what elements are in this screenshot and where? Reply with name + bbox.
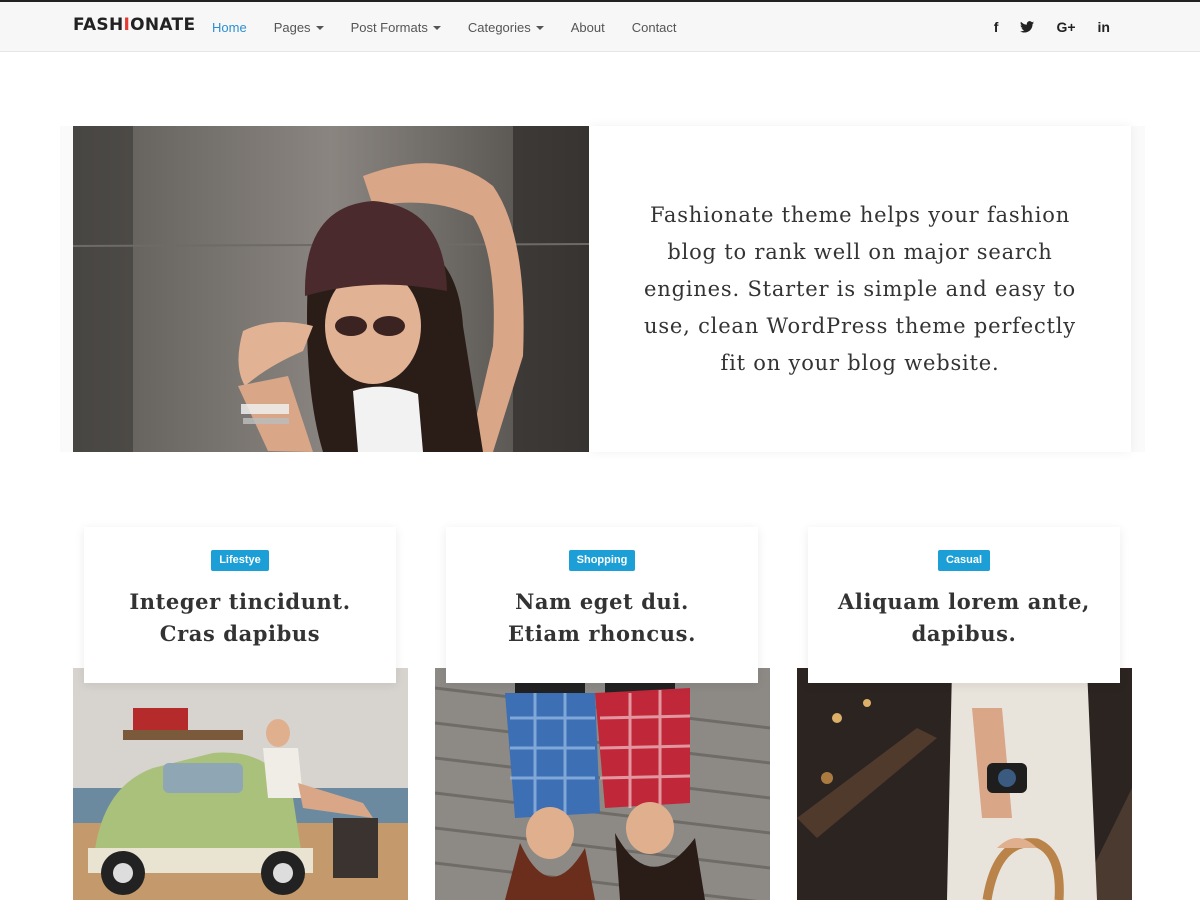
social-links: f G+ in [972,2,1110,52]
nav-post-formats[interactable]: Post Formats [351,20,441,35]
post-title[interactable]: Integer tincidunt. Cras dapibus [84,586,396,650]
post-card-header: Shopping Nam eget dui. Etiam rhoncus. [446,527,758,683]
nav-categories[interactable]: Categories [468,20,544,35]
post-title[interactable]: Aliquam lorem ante, dapibus. [808,586,1120,650]
category-badge[interactable]: Shopping [568,550,636,571]
twitter-icon[interactable] [1020,21,1035,33]
nav-home[interactable]: Home [212,20,247,35]
caret-down-icon [315,25,324,30]
linkedin-icon[interactable]: in [1098,19,1110,35]
main-nav: Home Pages Post Formats Categories About… [212,2,704,52]
site-logo[interactable]: FASHIONATE [73,15,195,35]
facebook-icon[interactable]: f [994,19,999,35]
nav-contact[interactable]: Contact [632,20,677,35]
post-image[interactable] [435,668,770,900]
caret-down-icon [535,25,544,30]
hero-description: Fashionate theme helps your fashion blog… [644,202,1076,375]
google-plus-icon[interactable]: G+ [1056,19,1075,35]
category-badge[interactable]: Casual [937,550,991,571]
site-header: FASHIONATE Home Pages Post Formats Categ… [0,2,1200,52]
post-card: Casual Aliquam lorem ante, dapibus. [797,527,1132,900]
post-image[interactable] [73,668,408,900]
nav-about[interactable]: About [571,20,605,35]
nav-pages[interactable]: Pages [274,20,324,35]
post-card: Lifestye Integer tincidunt. Cras dapibus [73,527,408,900]
post-image[interactable] [797,668,1132,900]
post-card-header: Lifestye Integer tincidunt. Cras dapibus [84,527,396,683]
post-card: Shopping Nam eget dui. Etiam rhoncus. [435,527,770,900]
hero-image [73,126,589,452]
post-title[interactable]: Nam eget dui. Etiam rhoncus. [446,586,758,650]
hero-text-panel: Fashionate theme helps your fashion blog… [589,126,1131,452]
caret-down-icon [432,25,441,30]
category-badge[interactable]: Lifestye [211,550,269,571]
post-card-header: Casual Aliquam lorem ante, dapibus. [808,527,1120,683]
